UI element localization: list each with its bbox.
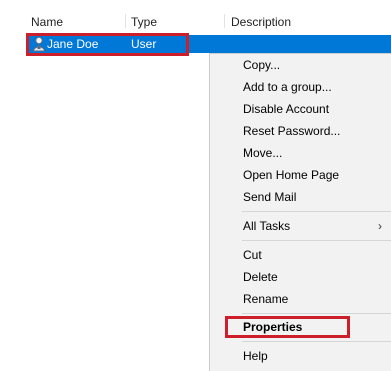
column-name-header[interactable]: Name xyxy=(31,0,63,30)
menu-item-disable-account[interactable]: Disable Account xyxy=(210,98,391,120)
menu-item-open-home-page[interactable]: Open Home Page xyxy=(210,164,391,186)
column-description-header[interactable]: Description xyxy=(231,0,291,30)
column-header: Name Type Description xyxy=(0,0,391,30)
menu-item-send-mail[interactable]: Send Mail xyxy=(210,186,391,208)
menu-item-all-tasks[interactable]: All Tasks › xyxy=(210,215,391,237)
column-separator[interactable] xyxy=(125,14,126,28)
column-type-header[interactable]: Type xyxy=(131,0,157,30)
chevron-right-icon: › xyxy=(378,219,382,233)
menu-item-help[interactable]: Help xyxy=(210,345,391,367)
menu-separator xyxy=(242,240,391,241)
menu-item-delete[interactable]: Delete xyxy=(210,266,391,288)
menu-item-rename[interactable]: Rename xyxy=(210,288,391,310)
row-type-cell: User xyxy=(131,37,157,51)
menu-item-move[interactable]: Move... xyxy=(210,142,391,164)
menu-item-all-tasks-label: All Tasks xyxy=(243,219,291,233)
menu-item-reset-password[interactable]: Reset Password... xyxy=(210,120,391,142)
menu-separator xyxy=(242,313,391,314)
user-icon xyxy=(32,36,46,52)
context-menu: Copy... Add to a group... Disable Accoun… xyxy=(209,53,391,371)
menu-separator xyxy=(242,341,391,342)
menu-separator xyxy=(242,211,391,212)
row-name-cell[interactable]: Jane Doe xyxy=(47,35,98,53)
menu-item-copy[interactable]: Copy... xyxy=(210,54,391,76)
menu-item-cut[interactable]: Cut xyxy=(210,244,391,266)
menu-item-properties[interactable]: Properties xyxy=(210,316,391,338)
menu-item-add-to-group[interactable]: Add to a group... xyxy=(210,76,391,98)
column-separator[interactable] xyxy=(224,14,225,28)
